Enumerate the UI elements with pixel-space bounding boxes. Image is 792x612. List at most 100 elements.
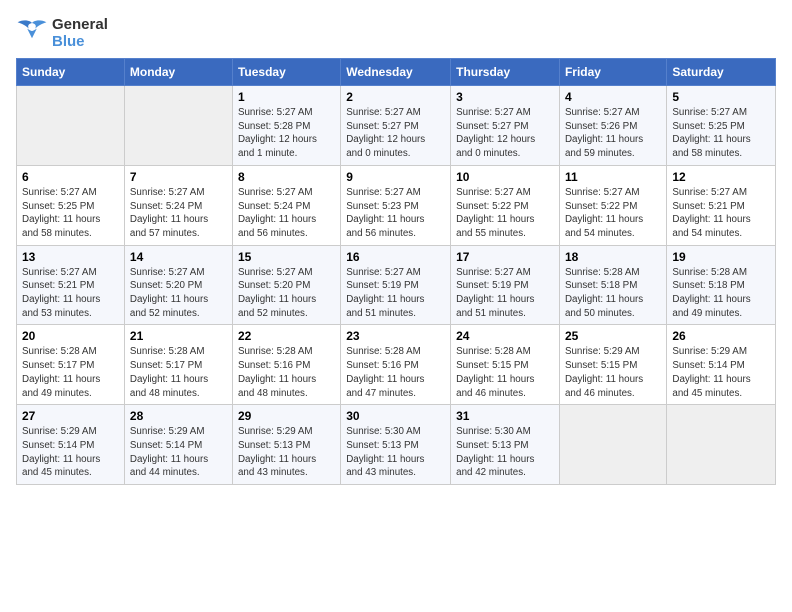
calendar-week-2: 6 Sunrise: 5:27 AM Sunset: 5:25 PM Daylig…	[17, 165, 776, 245]
calendar-cell: 22Sunrise: 5:28 AM Sunset: 5:16 PM Dayli…	[232, 325, 340, 405]
day-info: Sunrise: 5:27 AM Sunset: 5:25 PM Dayligh…	[22, 186, 119, 241]
calendar-cell: 8 Sunrise: 5:27 AM Sunset: 5:24 PM Daylig…	[232, 165, 340, 245]
day-info: Sunrise: 5:27 AM Sunset: 5:20 PM Dayligh…	[130, 266, 227, 321]
calendar-cell	[17, 86, 125, 166]
logo-bird-icon	[16, 19, 48, 47]
calendar-table: SundayMondayTuesdayWednesdayThursdayFrid…	[16, 58, 776, 485]
day-info: Sunrise: 5:29 AM Sunset: 5:14 PM Dayligh…	[672, 345, 770, 400]
calendar-cell: 18 Sunrise: 5:28 AM Sunset: 5:18 PM Dayli…	[559, 245, 666, 325]
day-number: 30	[346, 409, 445, 423]
day-info: Sunrise: 5:28 AM Sunset: 5:18 PM Dayligh…	[565, 266, 661, 321]
day-info: Sunrise: 5:28 AM Sunset: 5:17 PM Dayligh…	[22, 345, 119, 400]
day-number: 12	[672, 170, 770, 184]
day-number: 16	[346, 250, 445, 264]
day-number: 2	[346, 90, 445, 104]
day-info: Sunrise: 5:27 AM Sunset: 5:23 PM Dayligh…	[346, 186, 445, 241]
calendar-cell: 3Sunrise: 5:27 AM Sunset: 5:27 PM Daylig…	[451, 86, 560, 166]
calendar-cell	[124, 86, 232, 166]
day-info: Sunrise: 5:29 AM Sunset: 5:14 PM Dayligh…	[130, 425, 227, 480]
day-info: Sunrise: 5:27 AM Sunset: 5:27 PM Dayligh…	[456, 106, 554, 161]
day-info: Sunrise: 5:28 AM Sunset: 5:15 PM Dayligh…	[456, 345, 554, 400]
day-number: 24	[456, 329, 554, 343]
day-number: 15	[238, 250, 335, 264]
header-day-sunday: Sunday	[17, 59, 125, 86]
day-info: Sunrise: 5:27 AM Sunset: 5:27 PM Dayligh…	[346, 106, 445, 161]
day-number: 23	[346, 329, 445, 343]
day-number: 18	[565, 250, 661, 264]
day-info: Sunrise: 5:28 AM Sunset: 5:17 PM Dayligh…	[130, 345, 227, 400]
calendar-cell: 12Sunrise: 5:27 AM Sunset: 5:21 PM Dayli…	[667, 165, 776, 245]
day-info: Sunrise: 5:27 AM Sunset: 5:21 PM Dayligh…	[22, 266, 119, 321]
day-number: 26	[672, 329, 770, 343]
calendar-cell: 25 Sunrise: 5:29 AM Sunset: 5:15 PM Dayli…	[559, 325, 666, 405]
calendar-week-5: 27 Sunrise: 5:29 AM Sunset: 5:14 PM Dayli…	[17, 405, 776, 485]
calendar-cell: 19Sunrise: 5:28 AM Sunset: 5:18 PM Dayli…	[667, 245, 776, 325]
calendar-cell: 30Sunrise: 5:30 AM Sunset: 5:13 PM Dayli…	[341, 405, 451, 485]
calendar-header: SundayMondayTuesdayWednesdayThursdayFrid…	[17, 59, 776, 86]
logo-line2: Blue	[52, 33, 108, 50]
day-number: 21	[130, 329, 227, 343]
day-info: Sunrise: 5:27 AM Sunset: 5:19 PM Dayligh…	[346, 266, 445, 321]
header-day-monday: Monday	[124, 59, 232, 86]
header-day-friday: Friday	[559, 59, 666, 86]
day-info: Sunrise: 5:28 AM Sunset: 5:16 PM Dayligh…	[346, 345, 445, 400]
header-day-wednesday: Wednesday	[341, 59, 451, 86]
calendar-cell: 27Sunrise: 5:29 AM Sunset: 5:14 PM Dayli…	[17, 405, 125, 485]
day-number: 28	[130, 409, 227, 423]
day-info: Sunrise: 5:27 AM Sunset: 5:26 PM Dayligh…	[565, 106, 661, 161]
day-info: Sunrise: 5:29 AM Sunset: 5:13 PM Dayligh…	[238, 425, 335, 480]
calendar-cell: 15 Sunrise: 5:27 AM Sunset: 5:20 PM Dayli…	[232, 245, 340, 325]
day-number: 6	[22, 170, 119, 184]
day-info: Sunrise: 5:27 AM Sunset: 5:19 PM Dayligh…	[456, 266, 554, 321]
calendar-week-1: 1 Sunrise: 5:27 AM Sunset: 5:28 PM Daylig…	[17, 86, 776, 166]
day-number: 4	[565, 90, 661, 104]
day-number: 5	[672, 90, 770, 104]
day-number: 25	[565, 329, 661, 343]
day-info: Sunrise: 5:27 AM Sunset: 5:24 PM Dayligh…	[238, 186, 335, 241]
day-number: 31	[456, 409, 554, 423]
calendar-cell: 17 Sunrise: 5:27 AM Sunset: 5:19 PM Dayli…	[451, 245, 560, 325]
day-number: 27	[22, 409, 119, 423]
calendar-cell: 1 Sunrise: 5:27 AM Sunset: 5:28 PM Daylig…	[232, 86, 340, 166]
calendar-week-4: 20Sunrise: 5:28 AM Sunset: 5:17 PM Dayli…	[17, 325, 776, 405]
calendar-cell: 14 Sunrise: 5:27 AM Sunset: 5:20 PM Dayli…	[124, 245, 232, 325]
page-header: General Blue	[16, 16, 776, 50]
logo-text: General Blue	[52, 16, 108, 50]
day-info: Sunrise: 5:27 AM Sunset: 5:22 PM Dayligh…	[565, 186, 661, 241]
calendar-cell: 7 Sunrise: 5:27 AM Sunset: 5:24 PM Daylig…	[124, 165, 232, 245]
calendar-cell: 10Sunrise: 5:27 AM Sunset: 5:22 PM Dayli…	[451, 165, 560, 245]
day-info: Sunrise: 5:30 AM Sunset: 5:13 PM Dayligh…	[456, 425, 554, 480]
calendar-cell: 16 Sunrise: 5:27 AM Sunset: 5:19 PM Dayli…	[341, 245, 451, 325]
day-number: 14	[130, 250, 227, 264]
calendar-cell: 31 Sunrise: 5:30 AM Sunset: 5:13 PM Dayli…	[451, 405, 560, 485]
day-number: 7	[130, 170, 227, 184]
calendar-cell: 23 Sunrise: 5:28 AM Sunset: 5:16 PM Dayli…	[341, 325, 451, 405]
day-number: 17	[456, 250, 554, 264]
calendar-cell: 2 Sunrise: 5:27 AM Sunset: 5:27 PM Daylig…	[341, 86, 451, 166]
calendar-cell: 13 Sunrise: 5:27 AM Sunset: 5:21 PM Dayli…	[17, 245, 125, 325]
day-info: Sunrise: 5:27 AM Sunset: 5:20 PM Dayligh…	[238, 266, 335, 321]
day-info: Sunrise: 5:27 AM Sunset: 5:24 PM Dayligh…	[130, 186, 227, 241]
calendar-cell: 5Sunrise: 5:27 AM Sunset: 5:25 PM Daylig…	[667, 86, 776, 166]
day-number: 29	[238, 409, 335, 423]
calendar-cell: 24 Sunrise: 5:28 AM Sunset: 5:15 PM Dayli…	[451, 325, 560, 405]
day-number: 9	[346, 170, 445, 184]
logo-line1: General	[52, 16, 108, 33]
day-info: Sunrise: 5:28 AM Sunset: 5:18 PM Dayligh…	[672, 266, 770, 321]
day-info: Sunrise: 5:27 AM Sunset: 5:22 PM Dayligh…	[456, 186, 554, 241]
calendar-cell: 21 Sunrise: 5:28 AM Sunset: 5:17 PM Dayli…	[124, 325, 232, 405]
day-number: 11	[565, 170, 661, 184]
calendar-cell: 20Sunrise: 5:28 AM Sunset: 5:17 PM Dayli…	[17, 325, 125, 405]
day-info: Sunrise: 5:29 AM Sunset: 5:15 PM Dayligh…	[565, 345, 661, 400]
day-number: 13	[22, 250, 119, 264]
calendar-week-3: 13 Sunrise: 5:27 AM Sunset: 5:21 PM Dayli…	[17, 245, 776, 325]
day-number: 1	[238, 90, 335, 104]
calendar-cell: 4 Sunrise: 5:27 AM Sunset: 5:26 PM Daylig…	[559, 86, 666, 166]
header-day-thursday: Thursday	[451, 59, 560, 86]
calendar-cell	[559, 405, 666, 485]
day-info: Sunrise: 5:27 AM Sunset: 5:28 PM Dayligh…	[238, 106, 335, 161]
calendar-cell: 26 Sunrise: 5:29 AM Sunset: 5:14 PM Dayli…	[667, 325, 776, 405]
calendar-cell	[667, 405, 776, 485]
header-day-tuesday: Tuesday	[232, 59, 340, 86]
day-number: 8	[238, 170, 335, 184]
